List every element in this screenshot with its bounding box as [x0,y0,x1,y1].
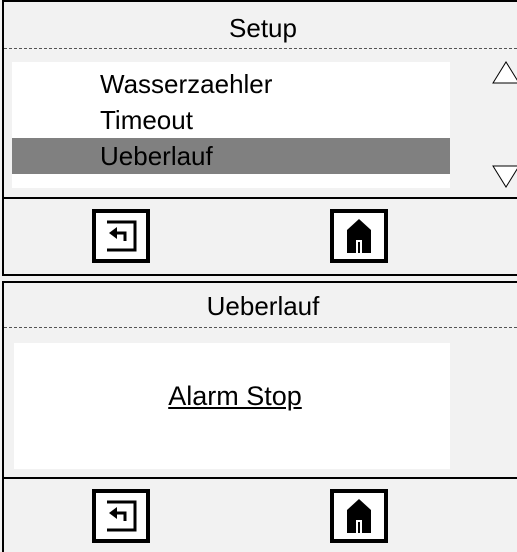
footer-divider [4,197,517,199]
home-icon [347,219,371,253]
scroll-down-button[interactable] [492,165,517,189]
page-title: Ueberlauf [206,291,320,321]
back-arrow-icon [107,500,137,532]
ueberlauf-value-link[interactable]: Alarm Stop [14,381,450,412]
footer-divider [4,477,517,479]
triangle-up-icon [492,61,517,84]
ueberlauf-screen: Ueberlauf Alarm Stop [2,281,517,552]
back-arrow-icon [107,220,137,252]
home-button[interactable] [330,489,388,543]
scroll-up-button[interactable] [492,60,517,84]
title-divider [4,327,517,328]
triangle-down-icon [492,165,517,188]
value-panel: Alarm Stop [14,343,450,469]
home-icon [347,499,371,533]
title-divider [4,48,517,49]
menu-item-timeout[interactable]: Timeout [12,102,450,138]
setup-screen: Setup Wasserzaehler Timeout Ueberlauf [2,0,517,276]
back-button[interactable] [92,209,150,263]
home-button[interactable] [330,209,388,263]
back-button[interactable] [92,489,150,543]
page-title: Setup [229,13,297,43]
setup-menu-list: Wasserzaehler Timeout Ueberlauf [12,62,450,188]
menu-item-ueberlauf[interactable]: Ueberlauf [12,138,450,174]
menu-item-wasserzaehler[interactable]: Wasserzaehler [12,66,450,102]
